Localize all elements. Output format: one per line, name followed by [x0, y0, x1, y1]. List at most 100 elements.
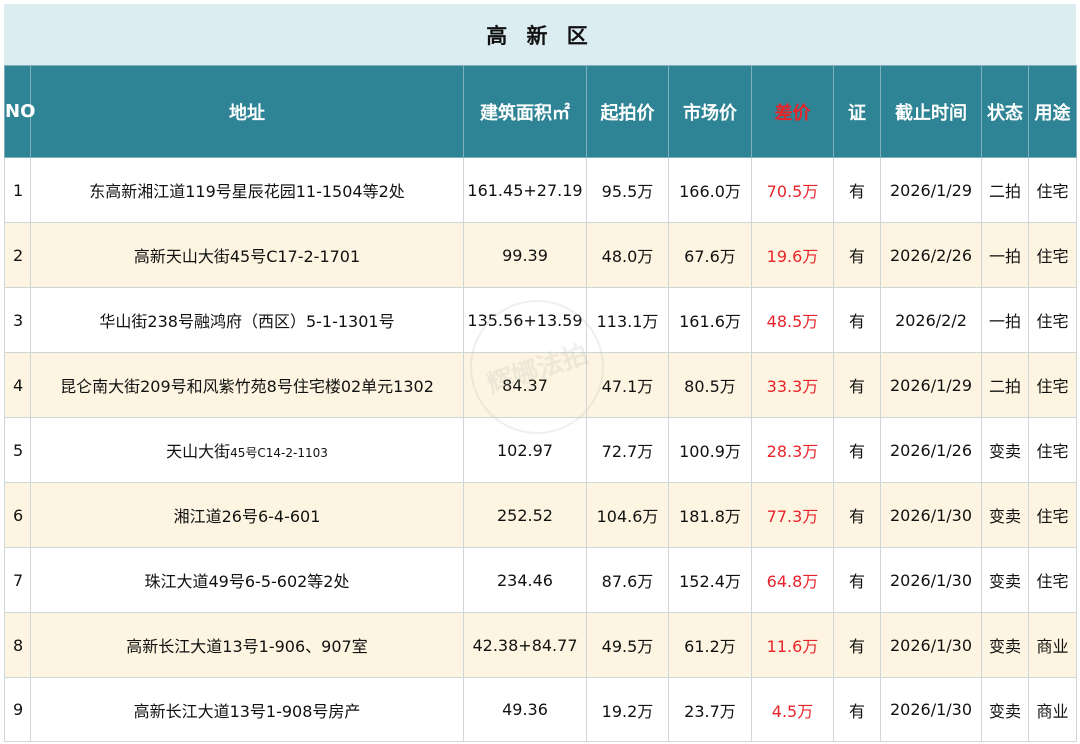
address-main: 天山大街 [166, 442, 231, 461]
cell-start-price: 104.6万 [586, 482, 669, 548]
cell-cert: 有 [833, 157, 881, 223]
cell-diff: 48.5万 [751, 287, 834, 353]
cell-diff: 33.3万 [751, 352, 834, 418]
cell-area: 42.38+84.77 [463, 612, 587, 678]
cell-area: 161.45+27.19 [463, 157, 587, 223]
cell-address: 高新长江大道13号1-906、907室 [30, 612, 464, 678]
cell-market-price: 80.5万 [668, 352, 752, 418]
header-market-price: 市场价 [668, 65, 752, 158]
cell-deadline: 2026/1/30 [880, 482, 982, 548]
cell-status: 变卖 [981, 417, 1029, 483]
cell-status: 变卖 [981, 677, 1029, 742]
cell-market-price: 100.9万 [668, 417, 752, 483]
cell-cert: 有 [833, 287, 881, 353]
cell-address: 天山大街45号C14-2-1103 [30, 417, 464, 483]
header-start-price: 起拍价 [586, 65, 669, 158]
cell-deadline: 2026/1/26 [880, 417, 982, 483]
cell-area: 252.52 [463, 482, 587, 548]
cell-start-price: 48.0万 [586, 222, 669, 288]
cell-start-price: 113.1万 [586, 287, 669, 353]
header-diff: 差价 [751, 65, 834, 158]
cell-address: 华山街238号融鸿府（西区）5-1-1301号 [30, 287, 464, 353]
cell-usage: 住宅 [1028, 157, 1077, 223]
cell-cert: 有 [833, 352, 881, 418]
table-row: 7 珠江大道49号6-5-602等2处 234.46 87.6万 152.4万 … [4, 547, 1077, 613]
cell-cert: 有 [833, 612, 881, 678]
cell-status: 二拍 [981, 352, 1029, 418]
cell-market-price: 181.8万 [668, 482, 752, 548]
header-row: NO 地址 建筑面积㎡ 起拍价 市场价 差价 证 截止时间 状态 用途 [4, 65, 1077, 158]
cell-market-price: 23.7万 [668, 677, 752, 742]
cell-deadline: 2026/1/29 [880, 157, 982, 223]
cell-cert: 有 [833, 417, 881, 483]
cell-deadline: 2026/1/30 [880, 612, 982, 678]
cell-no: 9 [4, 677, 31, 742]
cell-address: 高新长江大道13号1-908号房产 [30, 677, 464, 742]
cell-diff: 28.3万 [751, 417, 834, 483]
cell-diff: 11.6万 [751, 612, 834, 678]
cell-no: 4 [4, 352, 31, 418]
cell-start-price: 49.5万 [586, 612, 669, 678]
auction-sheet: 高 新 区 NO 地址 建筑面积㎡ 起拍价 市场价 差价 证 截止时间 状态 用… [4, 4, 1077, 744]
cell-area: 135.56+13.59 [463, 287, 587, 353]
cell-market-price: 152.4万 [668, 547, 752, 613]
cell-no: 1 [4, 157, 31, 223]
table-row: 3 华山街238号融鸿府（西区）5-1-1301号 135.56+13.59 1… [4, 287, 1077, 353]
cell-usage: 住宅 [1028, 222, 1077, 288]
cell-market-price: 61.2万 [668, 612, 752, 678]
cell-market-price: 166.0万 [668, 157, 752, 223]
sheet-title: 高 新 区 [4, 4, 1076, 66]
cell-diff: 70.5万 [751, 157, 834, 223]
cell-cert: 有 [833, 677, 881, 742]
table-row: 4 昆仑南大街209号和风紫竹苑8号住宅楼02单元1302 84.37 47.1… [4, 352, 1077, 418]
cell-market-price: 67.6万 [668, 222, 752, 288]
cell-cert: 有 [833, 222, 881, 288]
cell-start-price: 19.2万 [586, 677, 669, 742]
cell-usage: 住宅 [1028, 352, 1077, 418]
cell-deadline: 2026/1/30 [880, 677, 982, 742]
cell-start-price: 87.6万 [586, 547, 669, 613]
cell-usage: 商业 [1028, 612, 1077, 678]
cell-deadline: 2026/2/2 [880, 287, 982, 353]
cell-deadline: 2026/2/26 [880, 222, 982, 288]
cell-status: 一拍 [981, 287, 1029, 353]
cell-area: 234.46 [463, 547, 587, 613]
cell-address: 高新天山大街45号C17-2-1701 [30, 222, 464, 288]
cell-diff: 4.5万 [751, 677, 834, 742]
cell-area: 84.37 [463, 352, 587, 418]
cell-area: 49.36 [463, 677, 587, 742]
cell-no: 3 [4, 287, 31, 353]
cell-no: 6 [4, 482, 31, 548]
table-row: 8 高新长江大道13号1-906、907室 42.38+84.77 49.5万 … [4, 612, 1077, 678]
cell-no: 5 [4, 417, 31, 483]
cell-no: 7 [4, 547, 31, 613]
cell-status: 变卖 [981, 547, 1029, 613]
table-row: 2 高新天山大街45号C17-2-1701 99.39 48.0万 67.6万 … [4, 222, 1077, 288]
auction-table: NO 地址 建筑面积㎡ 起拍价 市场价 差价 证 截止时间 状态 用途 1 东高… [4, 65, 1077, 742]
cell-cert: 有 [833, 482, 881, 548]
cell-address: 珠江大道49号6-5-602等2处 [30, 547, 464, 613]
cell-area: 102.97 [463, 417, 587, 483]
table-row: 1 东高新湘江道119号星辰花园11-1504等2处 161.45+27.19 … [4, 157, 1077, 223]
header-no: NO [4, 65, 35, 158]
cell-usage: 商业 [1028, 677, 1077, 742]
cell-status: 变卖 [981, 612, 1029, 678]
cell-address: 昆仑南大街209号和风紫竹苑8号住宅楼02单元1302 [30, 352, 464, 418]
cell-status: 一拍 [981, 222, 1029, 288]
cell-cert: 有 [833, 547, 881, 613]
cell-diff: 77.3万 [751, 482, 834, 548]
cell-usage: 住宅 [1028, 287, 1077, 353]
cell-deadline: 2026/1/30 [880, 547, 982, 613]
cell-no: 8 [4, 612, 31, 678]
header-cert: 证 [833, 65, 881, 158]
cell-start-price: 95.5万 [586, 157, 669, 223]
table-row: 9 高新长江大道13号1-908号房产 49.36 19.2万 23.7万 4.… [4, 677, 1077, 742]
cell-start-price: 47.1万 [586, 352, 669, 418]
cell-usage: 住宅 [1028, 417, 1077, 483]
cell-address: 东高新湘江道119号星辰花园11-1504等2处 [30, 157, 464, 223]
cell-deadline: 2026/1/29 [880, 352, 982, 418]
cell-address: 湘江道26号6-4-601 [30, 482, 464, 548]
header-address: 地址 [30, 65, 464, 158]
cell-diff: 19.6万 [751, 222, 834, 288]
cell-start-price: 72.7万 [586, 417, 669, 483]
